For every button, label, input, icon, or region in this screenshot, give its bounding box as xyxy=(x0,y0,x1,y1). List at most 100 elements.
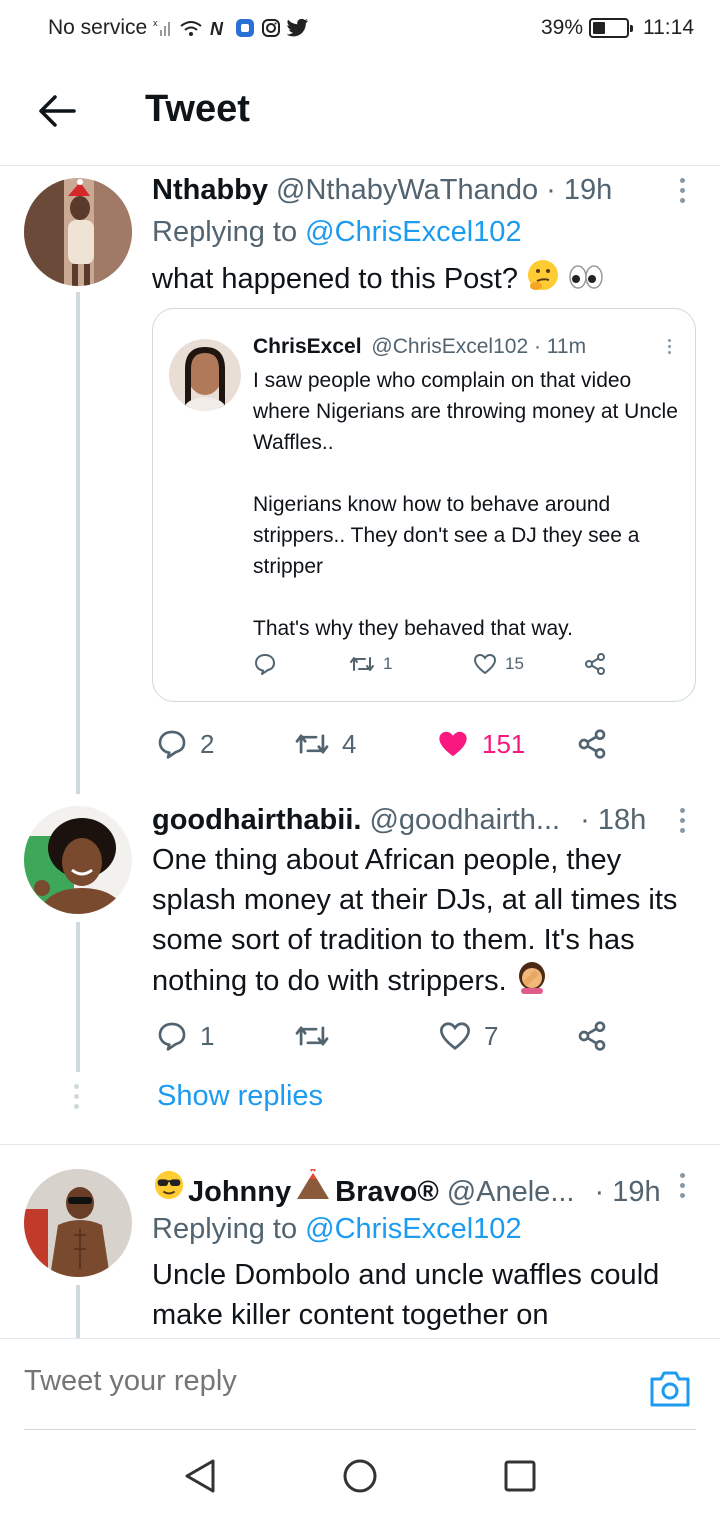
share-button[interactable] xyxy=(576,724,608,764)
status-bar: No service x N 39% 11:14 xyxy=(0,0,720,56)
more-options-button[interactable] xyxy=(676,178,688,203)
top-app-bar: Tweet xyxy=(0,56,720,166)
tweet-text-content: what happened to this Post? xyxy=(152,263,518,296)
handle[interactable]: @goodhairth... xyxy=(369,804,560,837)
sunglasses-emoji xyxy=(152,1169,186,1209)
nav-recents-button[interactable] xyxy=(500,1456,540,1496)
shield-app-icon xyxy=(235,18,255,38)
no-signal-icon: x xyxy=(153,18,173,38)
quoted-retweet-count: 1 xyxy=(383,654,393,673)
quoted-more-options[interactable] xyxy=(665,339,673,354)
eyes-emoji xyxy=(568,261,604,301)
reply-count: 1 xyxy=(200,1020,215,1051)
quoted-handle[interactable]: @ChrisExcel102 xyxy=(371,335,528,358)
status-left: No service x N xyxy=(48,16,309,40)
quoted-avatar[interactable] xyxy=(169,339,241,411)
heart-icon xyxy=(473,653,497,675)
quoted-like-button[interactable]: 15 xyxy=(473,649,524,679)
replying-to: Replying to @ChrisExcel102 xyxy=(152,1213,522,1246)
camera-button[interactable] xyxy=(648,1369,692,1409)
reply-icon xyxy=(158,1022,186,1051)
share-icon xyxy=(578,1021,606,1051)
tweet-actions: 2 4 151 xyxy=(152,724,622,764)
page-title: Tweet xyxy=(145,88,250,130)
nav-back-button[interactable] xyxy=(180,1456,220,1496)
battery-fill xyxy=(593,22,606,34)
like-count: 7 xyxy=(484,1020,499,1051)
quoted-retweet-button[interactable]: 1 xyxy=(349,649,392,679)
display-name[interactable]: goodhairthabii. xyxy=(152,804,361,837)
heart-icon xyxy=(439,1022,471,1050)
reply-count: 2 xyxy=(200,728,215,759)
n-app-icon: N xyxy=(209,18,229,38)
carrier-text: No service xyxy=(48,16,148,39)
avatar[interactable] xyxy=(24,178,132,286)
battery-icon xyxy=(589,18,633,38)
like-button[interactable]: 7 xyxy=(438,1016,498,1056)
more-options-button[interactable] xyxy=(676,1173,688,1198)
square-recents-icon xyxy=(504,1460,536,1492)
heart-filled-icon xyxy=(439,731,467,757)
quoted-reply-button[interactable] xyxy=(253,649,277,679)
back-arrow-icon xyxy=(39,95,76,127)
display-name-part2[interactable]: Bravo® xyxy=(335,1176,439,1209)
thread-line xyxy=(76,1285,80,1338)
timestamp: · 18h xyxy=(580,804,647,836)
handle[interactable]: @Anele... xyxy=(447,1176,575,1209)
quoted-text: I saw people who complain on that video … xyxy=(253,369,678,640)
camera-icon xyxy=(650,1371,690,1407)
tweet-header: Nthabby @NthabyWaThando · 19h xyxy=(152,174,684,207)
replying-to: Replying to @ChrisExcel102 xyxy=(152,216,522,249)
share-button[interactable] xyxy=(576,1016,608,1056)
reply-icon xyxy=(255,654,275,675)
like-button[interactable]: 151 xyxy=(436,724,525,764)
display-name[interactable]: Nthabby xyxy=(152,174,268,207)
reply-icon xyxy=(158,730,186,759)
show-replies-link[interactable]: Show replies xyxy=(157,1080,323,1113)
retweet-count: 4 xyxy=(342,728,357,759)
display-name-part1[interactable]: Johnny xyxy=(188,1176,291,1209)
quoted-header: ChrisExcel @ChrisExcel102 · 11m xyxy=(253,335,586,359)
tweet-text: One thing about African people, they spl… xyxy=(152,840,686,1005)
tweet-johnny-bravo[interactable]: Johnny Bravo® @Anele... · 19h Replying t… xyxy=(0,1145,720,1338)
battery-percent: 39% xyxy=(540,16,583,39)
mention-link[interactable]: @ChrisExcel102 xyxy=(305,1213,521,1245)
handle[interactable]: @NthabyWaThando xyxy=(276,174,538,207)
retweet-button[interactable]: 4 xyxy=(294,724,356,764)
quoted-like-count: 15 xyxy=(505,654,524,673)
tweet-header: Johnny Bravo® @Anele... · 19h xyxy=(152,1164,684,1209)
mention-link[interactable]: @ChrisExcel102 xyxy=(305,216,521,248)
thinking-face-emoji xyxy=(526,258,560,303)
back-button[interactable] xyxy=(36,90,78,132)
reply-input[interactable] xyxy=(24,1365,584,1398)
avatar[interactable] xyxy=(24,806,132,914)
timestamp: · 19h xyxy=(546,174,613,206)
system-nav-bar xyxy=(0,1430,720,1520)
tweet-text-content: One thing about African people, they spl… xyxy=(152,844,678,998)
tweet-nthabby[interactable]: Nthabby @NthabyWaThando · 19h Replying t… xyxy=(0,166,720,796)
circle-home-icon xyxy=(343,1459,377,1493)
retweet-button[interactable] xyxy=(294,1016,342,1056)
reply-button[interactable]: 2 xyxy=(156,724,214,764)
quoted-display-name[interactable]: ChrisExcel xyxy=(253,335,362,358)
quoted-tweet[interactable]: ChrisExcel @ChrisExcel102 · 11m I saw pe… xyxy=(152,308,696,702)
timestamp: · 19h xyxy=(594,1176,661,1208)
tweet-goodhairthabii[interactable]: goodhairthabii. @goodhairth... · 18h One… xyxy=(0,796,720,1144)
nav-home-button[interactable] xyxy=(340,1456,380,1496)
thread-line xyxy=(76,922,80,1072)
replying-prefix: Replying to xyxy=(152,216,298,248)
status-right: 39% 11:14 xyxy=(541,16,694,40)
replying-prefix: Replying to xyxy=(152,1213,298,1245)
retweet-icon xyxy=(295,734,329,754)
triangle-back-icon xyxy=(185,1459,215,1493)
clock: 11:14 xyxy=(643,16,694,39)
share-icon xyxy=(578,729,606,759)
svg-text:x: x xyxy=(153,18,158,28)
share-icon xyxy=(585,653,605,675)
quoted-share-button[interactable] xyxy=(583,649,607,679)
avatar[interactable] xyxy=(24,1169,132,1277)
tweet-text: what happened to this Post? xyxy=(152,258,690,303)
reply-button[interactable]: 1 xyxy=(156,1016,214,1056)
wifi-icon xyxy=(179,18,203,38)
more-options-button[interactable] xyxy=(676,808,688,833)
